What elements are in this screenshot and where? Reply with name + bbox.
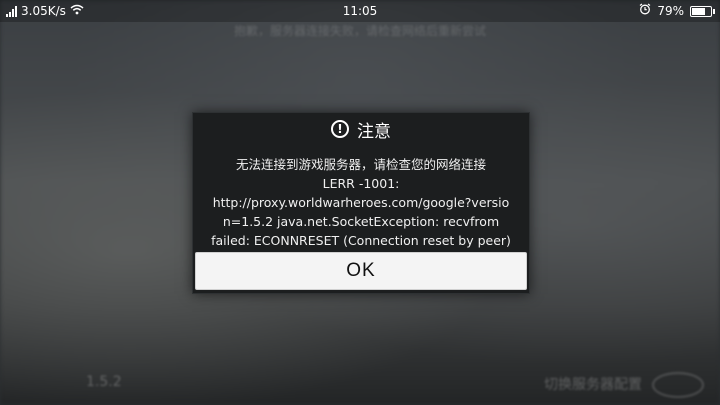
message-line: http://proxy.worldwarheroes.com/google?v… [212,195,510,210]
dialog-header: ! 注意 [193,113,529,145]
ok-button[interactable]: OK [195,252,527,290]
message-line: 无法连接到游戏服务器，请检查您的网络连接 [235,157,486,172]
exclamation-icon: ! [331,120,349,138]
refresh-icon [652,372,704,398]
alarm-icon [639,0,651,22]
error-dialog: ! 注意 无法连接到游戏服务器，请检查您的网络连接 LERR -1001: ht… [192,112,530,294]
dialog-message: 无法连接到游戏服务器，请检查您的网络连接 LERR -1001: http://… [201,155,521,250]
background-notice-text: 抱歉，服务器连接失败，请检查网络后重新尝试 [233,24,486,38]
version-label: 1.5.2 [86,374,122,390]
message-line: LERR -1001: [322,176,400,191]
clock: 11:05 [342,4,378,18]
battery-percent: 79% [657,4,684,18]
dialog-title: 注意 [357,121,391,142]
battery-icon [690,5,715,17]
server-config-label: 切换服务器配置 [544,377,642,393]
status-bar: 3.05K/s 11:05 79% [0,0,720,22]
message-line: n=1.5.2 java.net.SocketException: recvfr… [222,214,500,229]
message-line: failed: ECONNRESET (Connection reset by … [211,233,511,248]
